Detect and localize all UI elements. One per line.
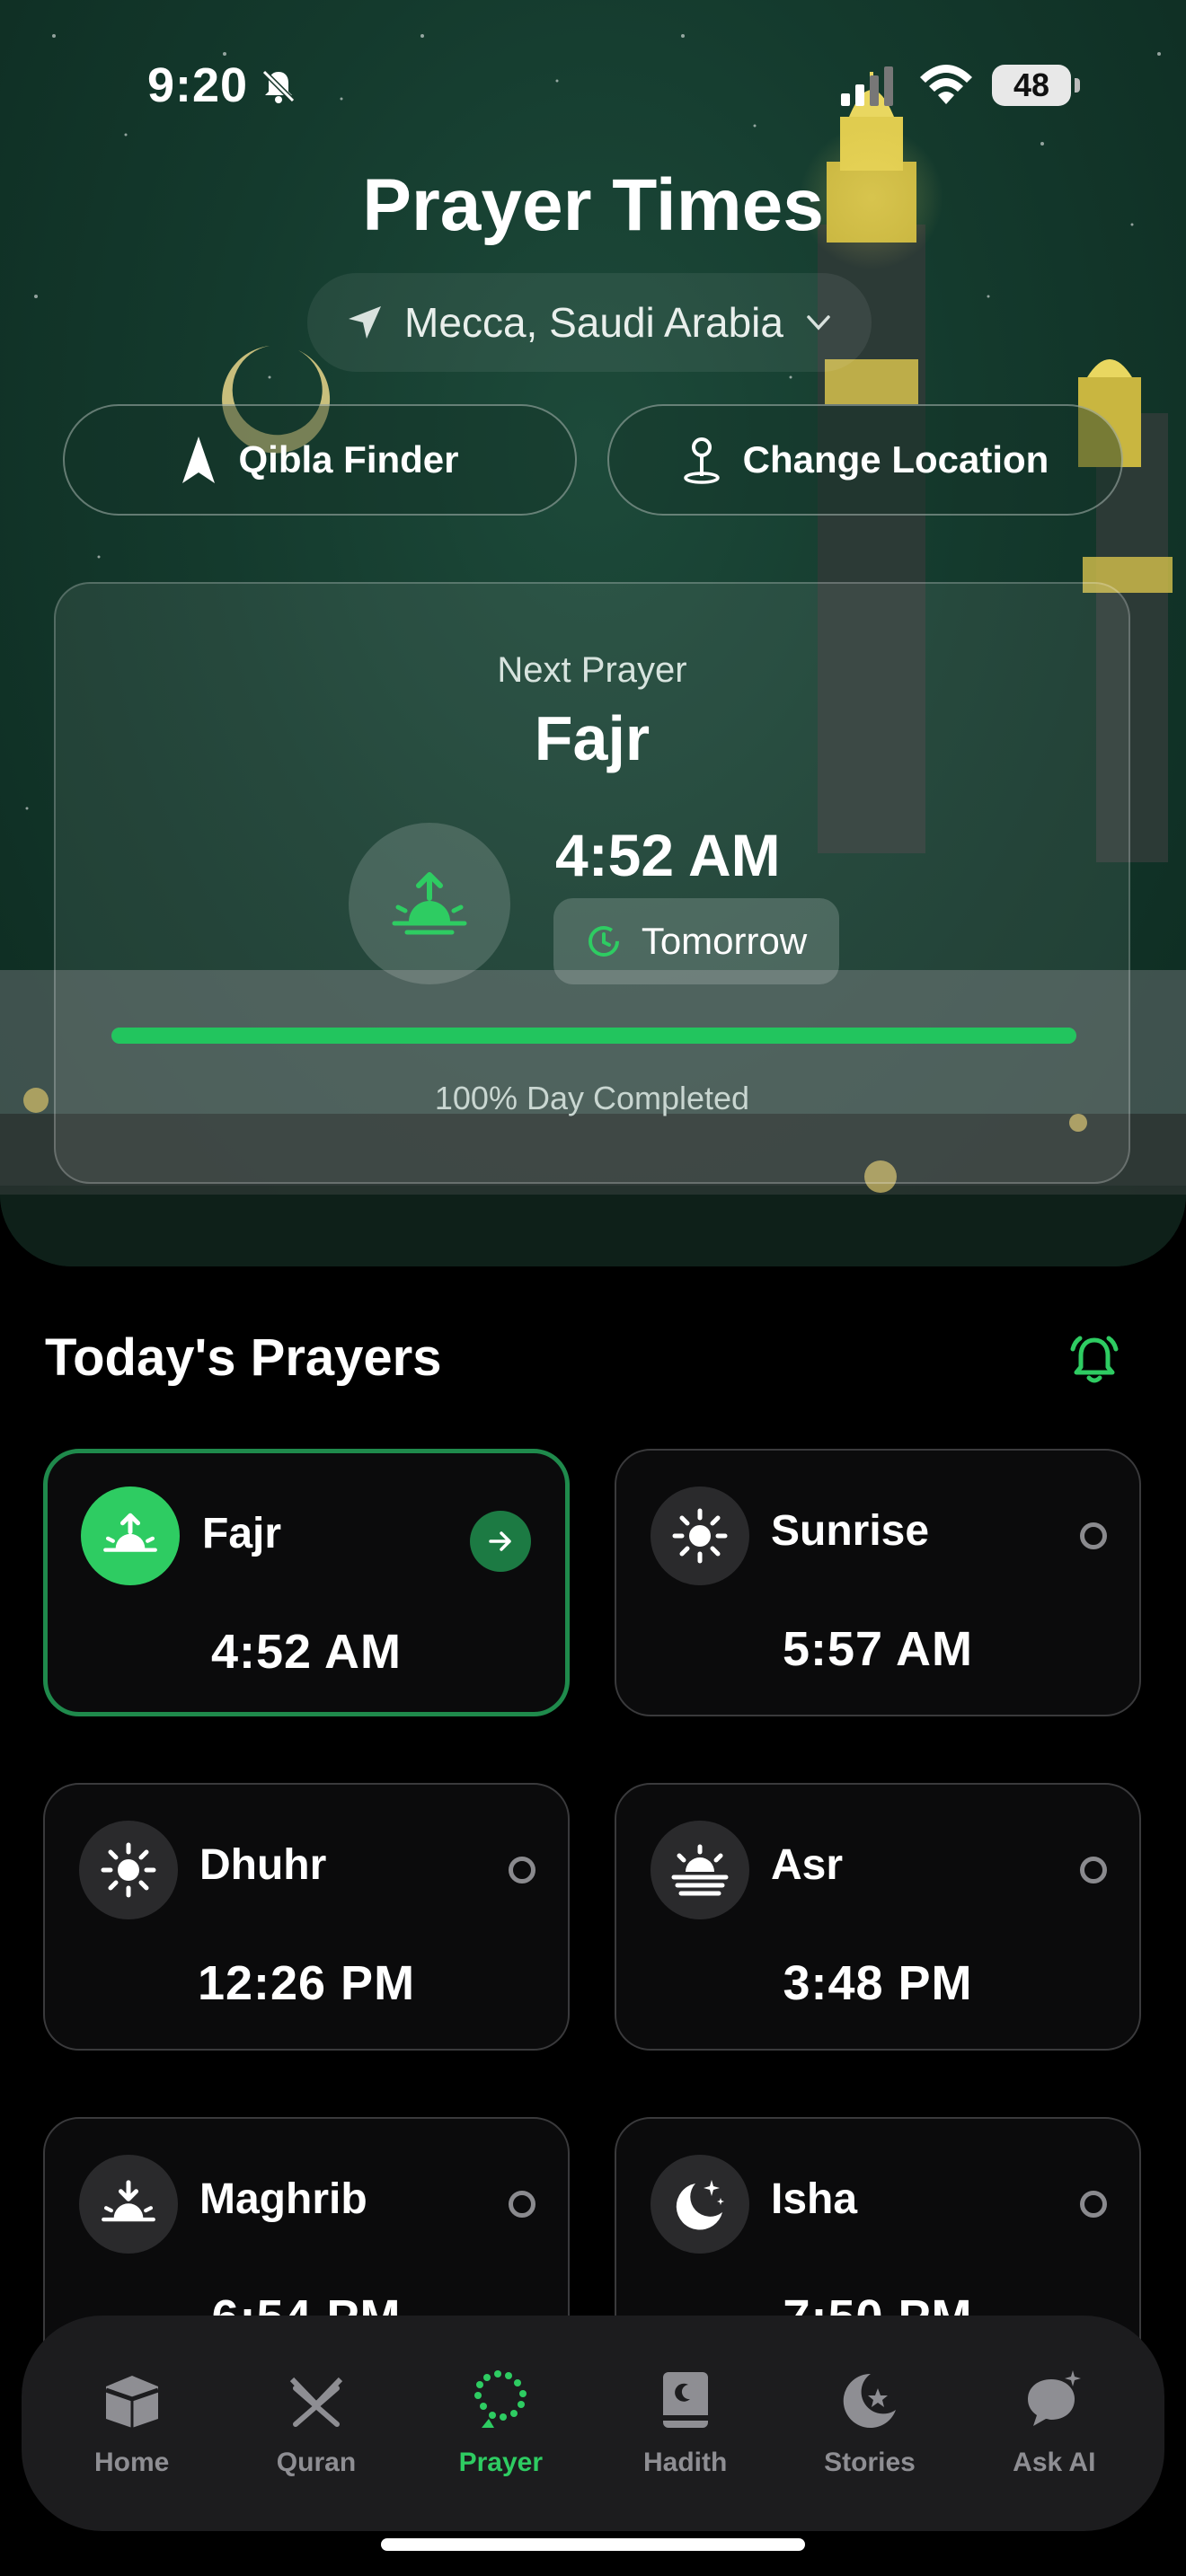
sun-icon	[672, 1508, 728, 1564]
location-label: Mecca, Saudi Arabia	[404, 299, 783, 346]
next-prayer-label: Next Prayer	[497, 650, 687, 690]
tab-hadith[interactable]: Hadith	[596, 2333, 775, 2513]
prayer-name: Isha	[771, 2175, 858, 2223]
hero-header: 9:20 48 Prayer Times Mecca, Saudi Arabia	[0, 0, 1186, 1266]
status-bar: 9:20 48	[0, 0, 1186, 171]
prayer-icon-badge	[79, 2155, 178, 2254]
sun-haze-icon	[671, 1844, 729, 1896]
alarm-bell-icon[interactable]	[1066, 1331, 1123, 1389]
map-pin-icon	[683, 437, 720, 484]
prayer-card-fajr[interactable]: Fajr 4:52 AM	[43, 1449, 570, 1716]
change-location-button[interactable]: Change Location	[607, 404, 1123, 516]
section-title-todays-prayers: Today's Prayers	[45, 1328, 442, 1387]
tab-label: Ask AI	[1013, 2448, 1096, 2477]
qibla-finder-label: Qibla Finder	[238, 438, 459, 481]
tasbih-icon	[474, 2370, 527, 2428]
sunrise-up-icon	[392, 872, 467, 935]
prayer-icon-badge	[651, 1486, 749, 1585]
crescent-star-icon	[843, 2373, 896, 2428]
prayer-name: Maghrib	[199, 2175, 367, 2223]
prayer-card-asr[interactable]: Asr 3:48 PM	[615, 1783, 1141, 2051]
next-prayer-day-badge: Tomorrow	[553, 898, 839, 984]
prayer-time: 12:26 PM	[197, 1956, 416, 2010]
tab-label: Hadith	[642, 2448, 728, 2477]
prayer-card-sunrise[interactable]: Sunrise 5:57 AM	[615, 1449, 1141, 1716]
day-badge-label: Tomorrow	[641, 920, 808, 962]
status-circle-icon	[509, 1857, 535, 1883]
home-indicator[interactable]	[381, 2538, 805, 2551]
status-circle-icon	[1080, 1857, 1107, 1883]
tab-home[interactable]: Home	[42, 2333, 222, 2513]
next-prayer-card: Next Prayer Fajr 4:52 AM Tomorrow 100% D…	[54, 582, 1130, 1184]
navigation-arrow-icon	[182, 437, 216, 483]
sunrise-up-icon	[103, 1513, 157, 1552]
moon-stars-icon	[676, 2180, 724, 2230]
prayer-time: 5:57 AM	[782, 1622, 974, 1676]
tab-stories[interactable]: Stories	[780, 2333, 960, 2513]
location-arrow-icon	[349, 306, 382, 339]
arrow-right-icon	[470, 1511, 531, 1572]
tab-label: Prayer	[458, 2448, 544, 2477]
day-progress-bar	[111, 1028, 1076, 1044]
quran-stand-icon	[289, 2377, 343, 2427]
sun-icon	[101, 1842, 156, 1898]
status-circle-icon	[1080, 2191, 1107, 2218]
next-prayer-time: 4:52 AM	[555, 822, 781, 888]
day-progress-label: 100% Day Completed	[434, 1080, 750, 1116]
status-time: 9:20	[147, 58, 249, 112]
cellular-signal-icon	[841, 66, 893, 106]
tab-prayer[interactable]: Prayer	[411, 2333, 590, 2513]
prayer-name: Fajr	[202, 1510, 282, 1557]
bell-muted-icon	[261, 69, 296, 103]
battery-indicator: 48	[992, 65, 1080, 106]
prayer-time: 3:48 PM	[783, 1956, 973, 2010]
prayer-name: Dhuhr	[199, 1841, 327, 1889]
prayer-icon-badge	[81, 1486, 180, 1585]
book-icon	[662, 2372, 708, 2428]
kaaba-icon	[104, 2376, 159, 2428]
prayer-icon-badge	[651, 1821, 749, 1919]
tab-label: Quran	[276, 2448, 357, 2477]
wifi-icon	[920, 65, 972, 104]
prayer-name: Asr	[771, 1841, 844, 1889]
sunset-down-icon	[102, 2180, 155, 2222]
day-progress-fill	[111, 1028, 1076, 1044]
tab-label: Stories	[824, 2448, 916, 2477]
prayer-card-dhuhr[interactable]: Dhuhr 12:26 PM	[43, 1783, 570, 2051]
prayer-icon-badge	[79, 1821, 178, 1919]
bottom-tab-bar: Home Quran Prayer Hadith Stories Ask AI	[22, 2316, 1164, 2531]
tab-ask-ai[interactable]: Ask AI	[964, 2333, 1144, 2513]
prayer-time: 4:52 AM	[210, 1625, 403, 1679]
next-prayer-name: Fajr	[534, 703, 651, 773]
prayer-name: Sunrise	[771, 1507, 930, 1555]
status-circle-icon	[509, 2191, 535, 2218]
timer-icon	[588, 926, 619, 957]
qibla-finder-button[interactable]: Qibla Finder	[63, 404, 577, 516]
prayer-icon-badge	[651, 2155, 749, 2254]
tab-label: Home	[93, 2448, 170, 2477]
chat-sparkle-icon	[1028, 2370, 1082, 2426]
next-prayer-icon-badge	[349, 823, 510, 984]
chevron-down-icon	[807, 315, 830, 331]
tab-quran[interactable]: Quran	[226, 2333, 406, 2513]
change-location-label: Change Location	[742, 438, 1049, 481]
status-circle-icon	[1080, 1522, 1107, 1549]
page-title: Prayer Times	[362, 164, 824, 246]
location-selector[interactable]: Mecca, Saudi Arabia	[307, 273, 872, 372]
